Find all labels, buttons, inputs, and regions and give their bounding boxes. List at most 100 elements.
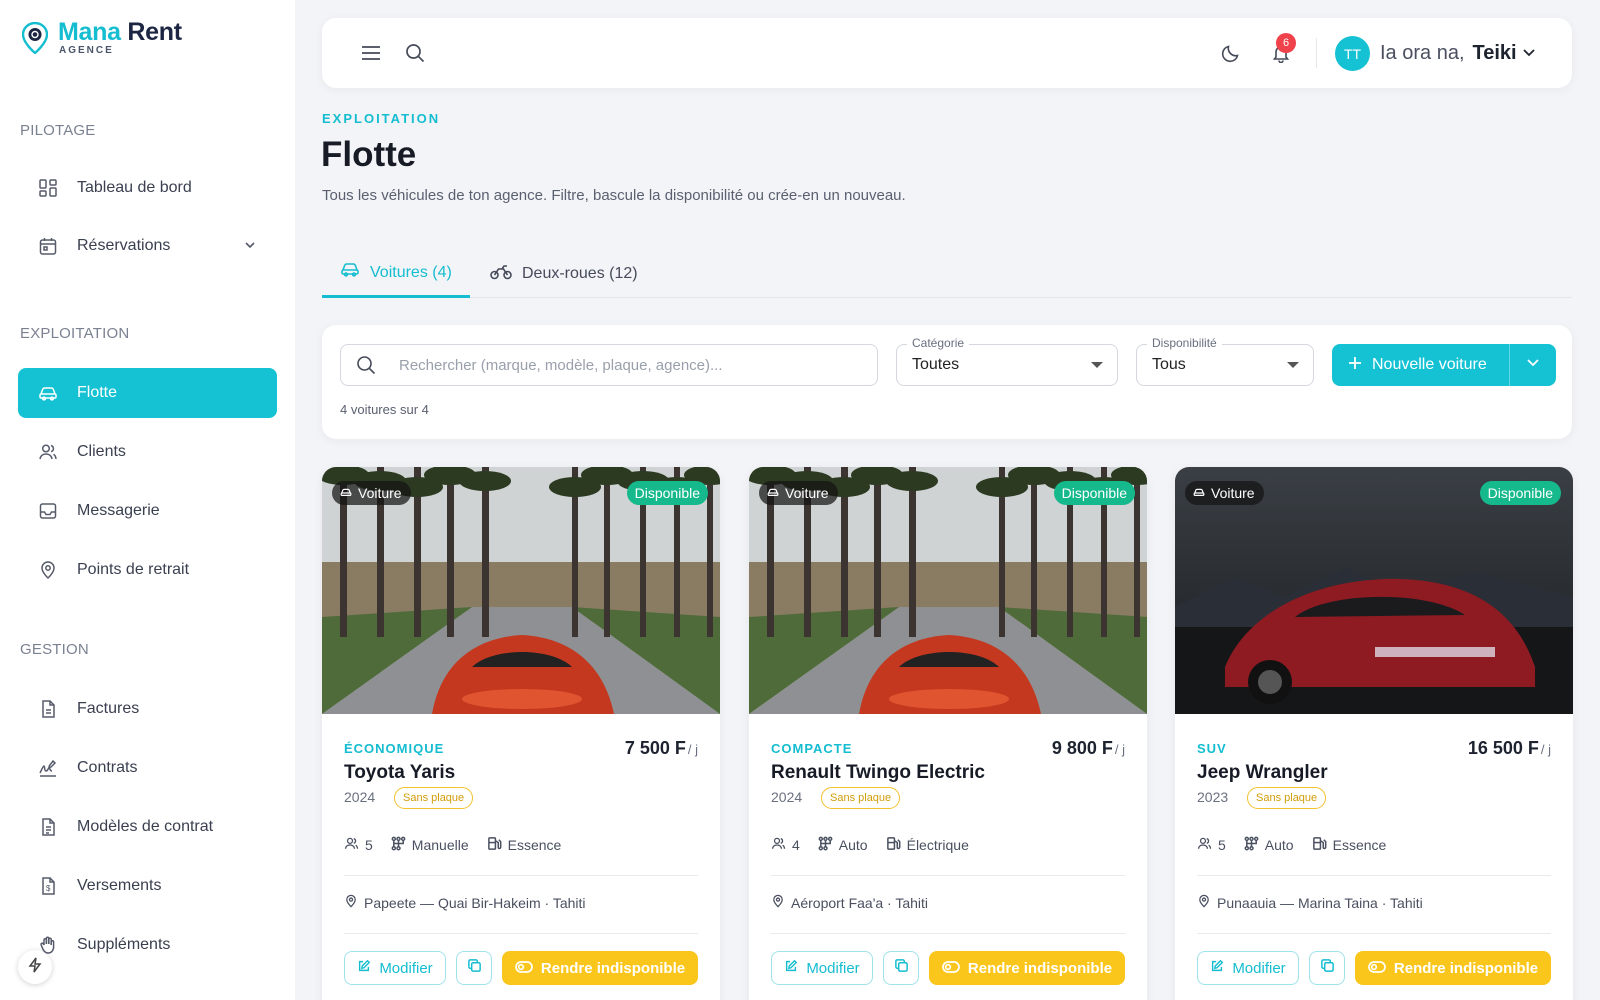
duplicate-button[interactable] [883,951,919,985]
sidebar-item-supplements[interactable]: Suppléments [18,920,277,970]
signature-icon [37,758,58,779]
fuel-pump-icon [487,836,502,854]
user-name: Teiki [1472,42,1517,64]
user-menu[interactable]: Ia ora na, Teiki [1380,42,1536,65]
sidebar-item-modeles-de-contrat[interactable]: Modèles de contrat [18,802,277,852]
search-field[interactable] [340,344,878,386]
transmission-spec: Manuelle [391,836,469,854]
sidebar-item-contrats[interactable]: Contrats [18,743,277,793]
section-title-pilotage: PILOTAGE [20,122,96,139]
logo-name-rent: Rent [127,18,182,46]
plus-icon [1348,356,1362,375]
vehicle-price: 16 500 F / j [1468,738,1551,759]
category-select-label: Catégorie [907,336,970,350]
fuel-value: Électrique [906,837,969,853]
card-divider [1197,875,1551,876]
users-icon [37,442,58,463]
logo-name-mana: Mana [58,18,121,46]
page-title: Flotte [321,135,417,174]
menu-icon[interactable] [360,42,382,64]
filter-panel: Catégorie Toutes Disponibilité Tous Nouv… [322,325,1572,439]
seats-spec: 5 [1197,836,1226,854]
make-unavailable-button[interactable]: Rendre indisponible [1355,951,1551,985]
edit-icon [1210,959,1224,977]
sidebar-item-flotte[interactable]: Flotte [18,368,277,418]
fuel-pump-icon [886,836,901,854]
vehicle-type-label: Voiture [785,485,829,501]
fuel-value: Essence [507,837,562,853]
sidebar-item-dashboard[interactable]: Tableau de bord [18,163,277,213]
tab-voitures[interactable]: Voitures (4) [322,250,470,298]
edit-icon [784,959,798,977]
availability-select-label: Disponibilité [1147,336,1222,350]
category-select[interactable]: Catégorie Toutes [896,336,1118,386]
chevron-down-icon [1526,356,1540,374]
make-unavailable-button[interactable]: Rendre indisponible [502,951,698,985]
price-value: 16 500 F [1467,738,1539,758]
vehicle-specs: 5 Auto Essence [1197,836,1386,854]
sidebar-item-reservations[interactable]: Réservations [18,221,277,271]
results-count: 4 voitures sur 4 [340,402,429,417]
toggle-off-icon [1368,960,1386,977]
fuel-spec: Électrique [886,836,969,854]
sidebar-item-clients[interactable]: Clients [18,427,277,477]
status-badge: Disponible [1479,481,1561,505]
map-pin-icon [344,894,358,911]
duplicate-button[interactable] [1309,951,1345,985]
map-pin-icon [1197,894,1211,911]
price-value: 7 500 F [624,738,686,758]
plate-tag: Sans plaque [821,787,901,809]
payment-icon: $ [37,876,58,897]
car-icon [767,485,779,501]
sidebar-item-factures[interactable]: Factures [18,684,277,734]
card-divider [344,933,698,934]
new-car-dropdown-toggle[interactable] [1510,344,1556,386]
make-unavailable-label: Rendre indisponible [967,959,1113,977]
section-title-exploitation: EXPLOITATION [20,325,130,342]
page-subtitle: Tous les véhicules de ton agence. Filtre… [322,187,906,204]
map-pin-icon [771,894,785,911]
sidebar-item-points-de-retrait[interactable]: Points de retrait [18,545,277,595]
price-value: 9 800 F [1051,738,1113,758]
new-car-button-label: Nouvelle voiture [1372,356,1487,373]
svg-text:$: $ [46,884,51,893]
document-icon [37,817,58,838]
header-divider [1316,38,1317,68]
vehicle-type-chip: Voiture [332,481,411,505]
inbox-icon [37,501,58,522]
quick-action-button[interactable] [18,950,52,984]
fuel-spec: Essence [1312,836,1387,854]
tab-deux-roues[interactable]: Deux-roues (12) [490,250,638,298]
new-car-button[interactable]: Nouvelle voiture [1332,344,1510,386]
seats-spec: 4 [771,836,800,854]
edit-button[interactable]: Modifier [344,951,446,985]
fuel-value: Essence [1332,837,1387,853]
search-icon[interactable] [404,42,426,64]
sidebar-item-messagerie[interactable]: Messagerie [18,486,277,536]
seats-value: 5 [365,837,373,853]
chevron-down-icon [1522,42,1536,64]
make-unavailable-label: Rendre indisponible [1393,959,1539,977]
edit-button[interactable]: Modifier [1197,951,1299,985]
make-unavailable-button[interactable]: Rendre indisponible [929,951,1125,985]
notification-badge: 6 [1276,33,1296,53]
app-logo[interactable]: Mana Rent AGENCE [21,18,182,56]
card-divider [344,875,698,876]
users-icon [1197,836,1212,854]
sidebar-item-label: Flotte [77,384,118,401]
transmission-spec: Auto [1244,836,1294,854]
search-input[interactable] [399,345,859,385]
chevron-down-icon[interactable] [243,238,257,257]
logo-subtitle: AGENCE [59,45,114,56]
sidebar-item-versements[interactable]: $ Versements [18,861,277,911]
card-divider [1197,933,1551,934]
moon-icon[interactable] [1220,42,1242,64]
section-title-gestion: GESTION [20,641,89,658]
avatar[interactable]: TT [1335,36,1370,71]
edit-button[interactable]: Modifier [771,951,873,985]
availability-select[interactable]: Disponibilité Tous [1136,336,1314,386]
vehicle-specs: 5 Manuelle Essence [344,836,561,854]
duplicate-button[interactable] [456,951,492,985]
vehicle-tabs: Voitures (4) Deux-roues (12) [322,250,1572,298]
logo-pin-icon [21,21,49,55]
